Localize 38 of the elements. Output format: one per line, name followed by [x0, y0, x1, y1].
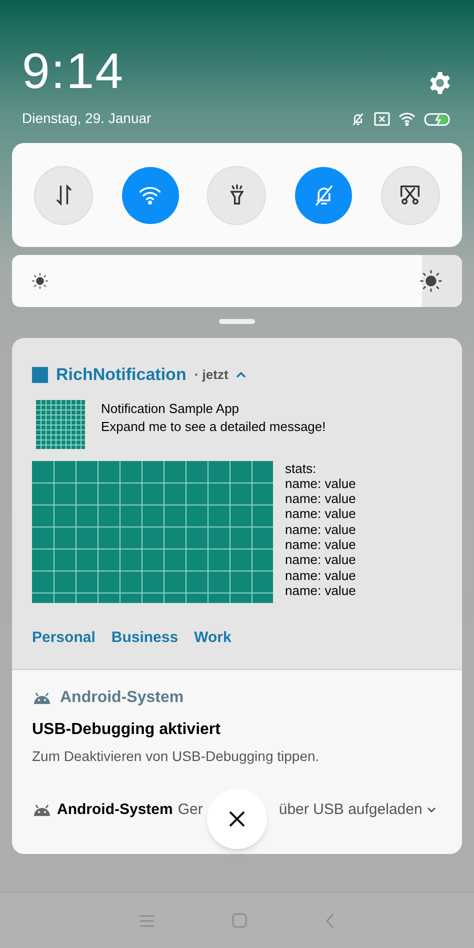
muted-bell-icon: [350, 111, 366, 127]
notification-text: Ger: [178, 800, 203, 820]
wifi-icon: [398, 112, 416, 126]
stats-line: name: value: [285, 491, 356, 506]
stats-line: name: value: [285, 522, 356, 537]
app-icon: [32, 366, 48, 383]
sun-icon: [32, 273, 48, 289]
stats-line: name: value: [285, 506, 356, 522]
notification-time: · jetzt: [194, 366, 228, 384]
stats-line: name: value: [285, 568, 356, 583]
notification-text: über USB aufgeladen: [278, 800, 422, 820]
clock-time: 9:14: [22, 46, 126, 96]
app-name: Android-System: [60, 688, 184, 708]
notification-text: Zum Deaktivieren von USB-Debugging tippen.: [32, 747, 320, 766]
app-name: RichNotification: [56, 364, 186, 386]
notification-text: Expand me to see a detailed message!: [101, 418, 326, 436]
android-icon: [32, 691, 52, 705]
stats-line: stats:: [285, 460, 318, 476]
sun-icon: [420, 270, 442, 292]
notification-title: USB-Debugging aktiviert: [32, 720, 222, 740]
action-button[interactable]: Business: [111, 626, 178, 649]
android-icon: [32, 803, 52, 818]
stats-line: name: value: [285, 582, 356, 598]
action-button[interactable]: Personal: [32, 626, 96, 649]
stats-line: name: value: [285, 476, 356, 492]
notification-title: Notification Sample App: [101, 400, 240, 418]
clock-date: Dienstag, 29. Januar: [22, 109, 152, 128]
stats-line: name: value: [285, 552, 356, 568]
stats-line: name: value: [285, 536, 356, 552]
action-button[interactable]: Work: [194, 626, 232, 649]
chevron-down-icon[interactable]: [427, 807, 436, 814]
drag-handle[interactable]: [219, 319, 255, 324]
close-icon: [228, 810, 246, 828]
settings-icon[interactable]: [428, 71, 452, 95]
battery-icon: [424, 112, 452, 126]
no-sim-icon: [374, 112, 390, 126]
chevron-up-icon[interactable]: [236, 370, 246, 379]
app-name: Android-System: [57, 800, 173, 820]
